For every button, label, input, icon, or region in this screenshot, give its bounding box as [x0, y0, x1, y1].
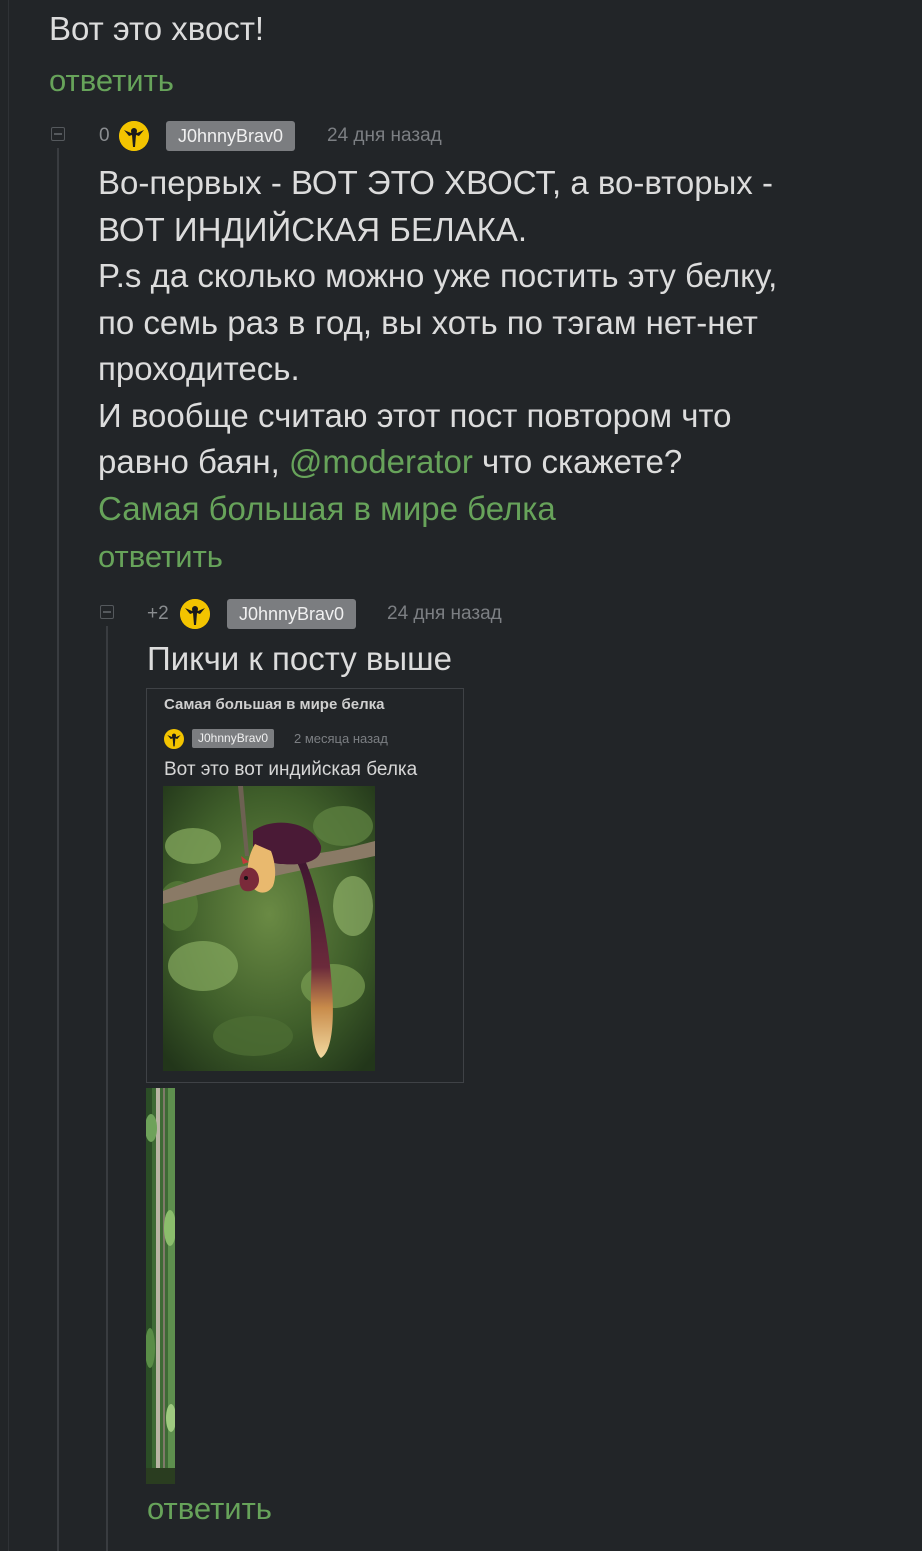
comment-body: Во-первых - ВОТ ЭТО ХВОСТ, а во-вторых -…: [98, 160, 898, 532]
comment-line: по семь раз в год, вы хоть по тэгам нет-…: [98, 303, 758, 341]
comment-time: 24 дня назад: [387, 603, 502, 624]
reply-link[interactable]: ответить: [147, 1491, 272, 1527]
comment-rating: +2: [147, 603, 169, 624]
avatar-icon[interactable]: [180, 599, 210, 629]
comment-line: проходитесь.: [98, 350, 300, 387]
squirrel-photo[interactable]: [163, 786, 375, 1071]
comment-text: Вот это хвост!: [49, 10, 265, 47]
author-badge[interactable]: J0hnnyBrav0: [227, 599, 357, 629]
thread-line-root[interactable]: [8, 0, 9, 1551]
tree-photo[interactable]: [146, 1088, 175, 1484]
thread-line-level1[interactable]: [57, 148, 59, 1551]
comment-line-mention: равно баян, @moderator что скажете?: [98, 439, 898, 486]
quoted-post-image[interactable]: Самая большая в мире белка J0hnnyBrav0 2…: [146, 688, 464, 1083]
quoted-avatar-icon: [164, 729, 184, 749]
collapse-icon[interactable]: [100, 605, 114, 619]
comment-line: И вообще считаю этот пост повтором что: [98, 396, 732, 434]
comment-body: Пикчи к посту выше: [147, 640, 452, 677]
quoted-post-title: Самая большая в мире белка: [164, 696, 385, 713]
reply-link[interactable]: ответить: [98, 539, 223, 575]
comment-rating: 0: [99, 125, 110, 146]
comment-line: P.s да сколько можно уже постить эту бел…: [98, 257, 778, 294]
reply-link[interactable]: ответить: [49, 63, 174, 99]
comment-line: ВОТ ИНДИЙСКАЯ БЕЛАКА.: [98, 210, 528, 248]
quoted-time: 2 месяца назад: [294, 731, 388, 746]
mention-link[interactable]: @moderator: [289, 443, 473, 480]
comment-text-fragment: что скажете?: [472, 443, 683, 480]
author-badge[interactable]: J0hnnyBrav0: [166, 121, 296, 151]
thread-line-level2[interactable]: [106, 626, 108, 1551]
comment-line: Во-первых - ВОТ ЭТО ХВОСТ, а во-вторых -: [98, 164, 773, 201]
quoted-author-badge: J0hnnyBrav0: [192, 729, 275, 748]
collapse-icon[interactable]: [51, 127, 65, 141]
post-link[interactable]: Самая большая в мире белка: [98, 486, 898, 533]
avatar-icon[interactable]: [119, 121, 149, 151]
comment-text-fragment: равно баян,: [98, 443, 289, 480]
quoted-text: Вот это вот индийская белка: [164, 759, 418, 780]
comment-time: 24 дня назад: [327, 125, 442, 146]
